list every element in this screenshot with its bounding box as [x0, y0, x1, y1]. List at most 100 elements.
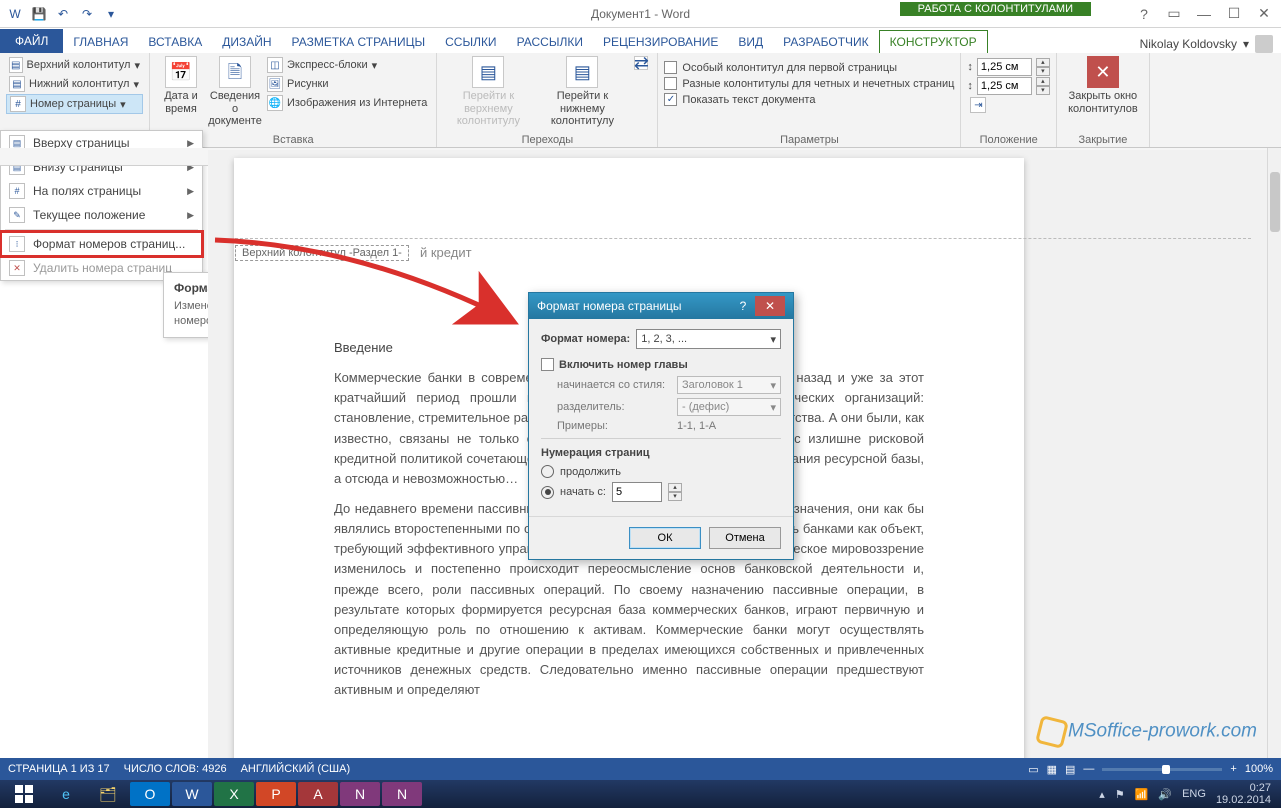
- goto-footer-button[interactable]: ▤Перейти к нижнему колонтитулу: [537, 56, 627, 132]
- view-read-icon[interactable]: ▭: [1028, 763, 1038, 776]
- pictures-button[interactable]: 🖼Рисунки: [264, 75, 430, 93]
- nav-more-button[interactable]: ⇄: [631, 56, 651, 132]
- language-status[interactable]: АНГЛИЙСКИЙ (США): [241, 763, 351, 775]
- word-count[interactable]: ЧИСЛО СЛОВ: 4926: [124, 763, 227, 775]
- qat-dropdown-icon[interactable]: ▾: [100, 3, 122, 25]
- cancel-button[interactable]: Отмена: [709, 527, 781, 549]
- header-button[interactable]: ▤Верхний колонтитул ▾: [6, 56, 143, 74]
- scrollbar-thumb[interactable]: [1270, 172, 1280, 232]
- page-status[interactable]: СТРАНИЦА 1 ИЗ 17: [8, 763, 110, 775]
- zoom-slider[interactable]: [1102, 768, 1222, 771]
- user-dropdown-icon[interactable]: ▾: [1243, 37, 1249, 51]
- tray-volume-icon[interactable]: 🔊: [1158, 788, 1172, 801]
- avatar[interactable]: [1255, 35, 1273, 53]
- different-first-page-checkbox[interactable]: Особый колонтитул для первой страницы: [664, 60, 954, 75]
- start-at-input[interactable]: [612, 482, 662, 502]
- tab-file[interactable]: ФАЙЛ: [0, 29, 63, 53]
- close-icon[interactable]: ✕: [1251, 4, 1277, 24]
- close-header-footer-button[interactable]: ✕Закрыть окно колонтитулов: [1063, 56, 1143, 132]
- footer-label: Нижний колонтитул: [29, 78, 129, 90]
- start-at-radio[interactable]: начать с: ▴▾: [541, 482, 781, 502]
- zoom-out-icon[interactable]: —: [1083, 763, 1094, 775]
- ok-button[interactable]: ОК: [629, 527, 701, 549]
- show-doc-text-checkbox[interactable]: ✓Показать текст документа: [664, 92, 954, 107]
- keyboard-language[interactable]: ENG: [1182, 788, 1206, 800]
- submenu-page-margins[interactable]: #На полях страницы▶: [1, 179, 202, 203]
- tab-design[interactable]: ДИЗАЙН: [212, 31, 281, 53]
- zoom-slider-thumb[interactable]: [1162, 765, 1170, 774]
- footer-from-bottom-input[interactable]: [977, 77, 1032, 95]
- tab-view[interactable]: ВИД: [728, 31, 773, 53]
- page-number-button[interactable]: #Номер страницы ▾: [6, 94, 143, 114]
- quick-parts-button[interactable]: ◫Экспресс-блоки ▾: [264, 56, 430, 74]
- tab-insert[interactable]: ВСТАВКА: [138, 31, 212, 53]
- online-pictures-button[interactable]: 🌐Изображения из Интернета: [264, 94, 430, 112]
- taskbar-onenote-icon[interactable]: N: [340, 782, 380, 806]
- tray-up-icon[interactable]: ▴: [1099, 788, 1105, 801]
- date-time-button[interactable]: 📅Дата и время: [156, 56, 206, 132]
- tab-references[interactable]: ССЫЛКИ: [435, 31, 506, 53]
- dialog-title-bar[interactable]: Формат номера страницы ? ✕: [529, 293, 793, 319]
- document-info-button[interactable]: 🗎Сведения о документе: [210, 56, 260, 132]
- dialog-close-icon[interactable]: ✕: [755, 296, 785, 316]
- taskbar-outlook-icon[interactable]: O: [130, 782, 170, 806]
- header-from-top-field[interactable]: ↕▴▾: [967, 58, 1050, 76]
- user-area[interactable]: Nikolay Koldovsky ▾: [1140, 35, 1281, 53]
- help-icon[interactable]: ?: [1131, 4, 1157, 24]
- tray-network-icon[interactable]: 📶: [1135, 788, 1149, 801]
- examples-value: 1-1, 1-A: [677, 420, 716, 432]
- header-from-top-input[interactable]: [977, 58, 1032, 76]
- spinner[interactable]: ▴▾: [1036, 77, 1050, 95]
- ribbon-collapse-icon[interactable]: ▭: [1161, 4, 1187, 24]
- view-print-icon[interactable]: ▦: [1047, 763, 1057, 776]
- tab-review[interactable]: РЕЦЕНЗИРОВАНИЕ: [593, 31, 728, 53]
- tab-design-headerfooter[interactable]: КОНСТРУКТОР: [879, 30, 988, 53]
- continue-radio[interactable]: продолжить: [541, 465, 781, 478]
- taskbar-onenote2-icon[interactable]: N: [382, 782, 422, 806]
- number-format-select[interactable]: 1, 2, 3, ...▾: [636, 329, 781, 349]
- zoom-in-icon[interactable]: +: [1230, 763, 1236, 775]
- different-odd-even-checkbox[interactable]: Разные колонтитулы для четных и нечетных…: [664, 76, 954, 91]
- quick-access-toolbar: W 💾 ↶ ↷ ▾: [0, 3, 126, 25]
- undo-icon[interactable]: ↶: [52, 3, 74, 25]
- dialog-title: Формат номера страницы: [537, 299, 682, 313]
- tab-developer[interactable]: РАЗРАБОТЧИК: [773, 31, 879, 53]
- spinner[interactable]: ▴▾: [1036, 58, 1050, 76]
- redo-icon[interactable]: ↷: [76, 3, 98, 25]
- vertical-scrollbar[interactable]: [1267, 148, 1281, 758]
- word-app-icon[interactable]: W: [4, 3, 26, 25]
- footer-button[interactable]: ▤Нижний колонтитул ▾: [6, 75, 143, 93]
- maximize-icon[interactable]: ☐: [1221, 4, 1247, 24]
- include-chapter-checkbox[interactable]: Включить номер главы: [541, 357, 781, 372]
- spinner[interactable]: ▴▾: [668, 483, 682, 501]
- clock[interactable]: 0:27 19.02.2014: [1216, 782, 1271, 806]
- format-icon: ⁝: [9, 236, 25, 252]
- taskbar-excel-icon[interactable]: X: [214, 782, 254, 806]
- taskbar-access-icon[interactable]: A: [298, 782, 338, 806]
- footer-from-bottom-field[interactable]: ↕▴▾: [967, 77, 1050, 95]
- separator-label: разделитель:: [557, 401, 667, 413]
- numbering-legend: Нумерация страниц: [541, 447, 781, 459]
- taskbar-explorer-icon[interactable]: 🗂: [88, 782, 128, 806]
- minimize-icon[interactable]: —: [1191, 4, 1217, 24]
- submenu-format-page-numbers[interactable]: ⁝Формат номеров страниц...: [1, 232, 202, 256]
- taskbar-word-icon[interactable]: W: [172, 782, 212, 806]
- header-section-label: Верхний колонтитул -Раздел 1-: [235, 245, 409, 261]
- chevron-right-icon: ▶: [187, 138, 194, 149]
- save-icon[interactable]: 💾: [28, 3, 50, 25]
- start-button[interactable]: [4, 782, 44, 806]
- taskbar-powerpoint-icon[interactable]: P: [256, 782, 296, 806]
- insert-alignment-tab-button[interactable]: ⇥: [967, 96, 1050, 114]
- taskbar-ie-icon[interactable]: e: [46, 782, 86, 806]
- group-close-label: Закрытие: [1063, 132, 1143, 146]
- page-number-label: Номер страницы: [30, 98, 116, 110]
- separator-select: - (дефис)▾: [677, 398, 781, 416]
- zoom-level[interactable]: 100%: [1245, 763, 1273, 775]
- tray-flag-icon[interactable]: ⚑: [1115, 788, 1125, 801]
- dialog-help-icon[interactable]: ?: [731, 296, 755, 316]
- view-web-icon[interactable]: ▤: [1065, 763, 1075, 776]
- tab-mailings[interactable]: РАССЫЛКИ: [507, 31, 593, 53]
- tab-home[interactable]: ГЛАВНАЯ: [63, 31, 138, 53]
- tab-layout[interactable]: РАЗМЕТКА СТРАНИЦЫ: [282, 31, 436, 53]
- submenu-current-position[interactable]: ✎Текущее положение▶: [1, 203, 202, 227]
